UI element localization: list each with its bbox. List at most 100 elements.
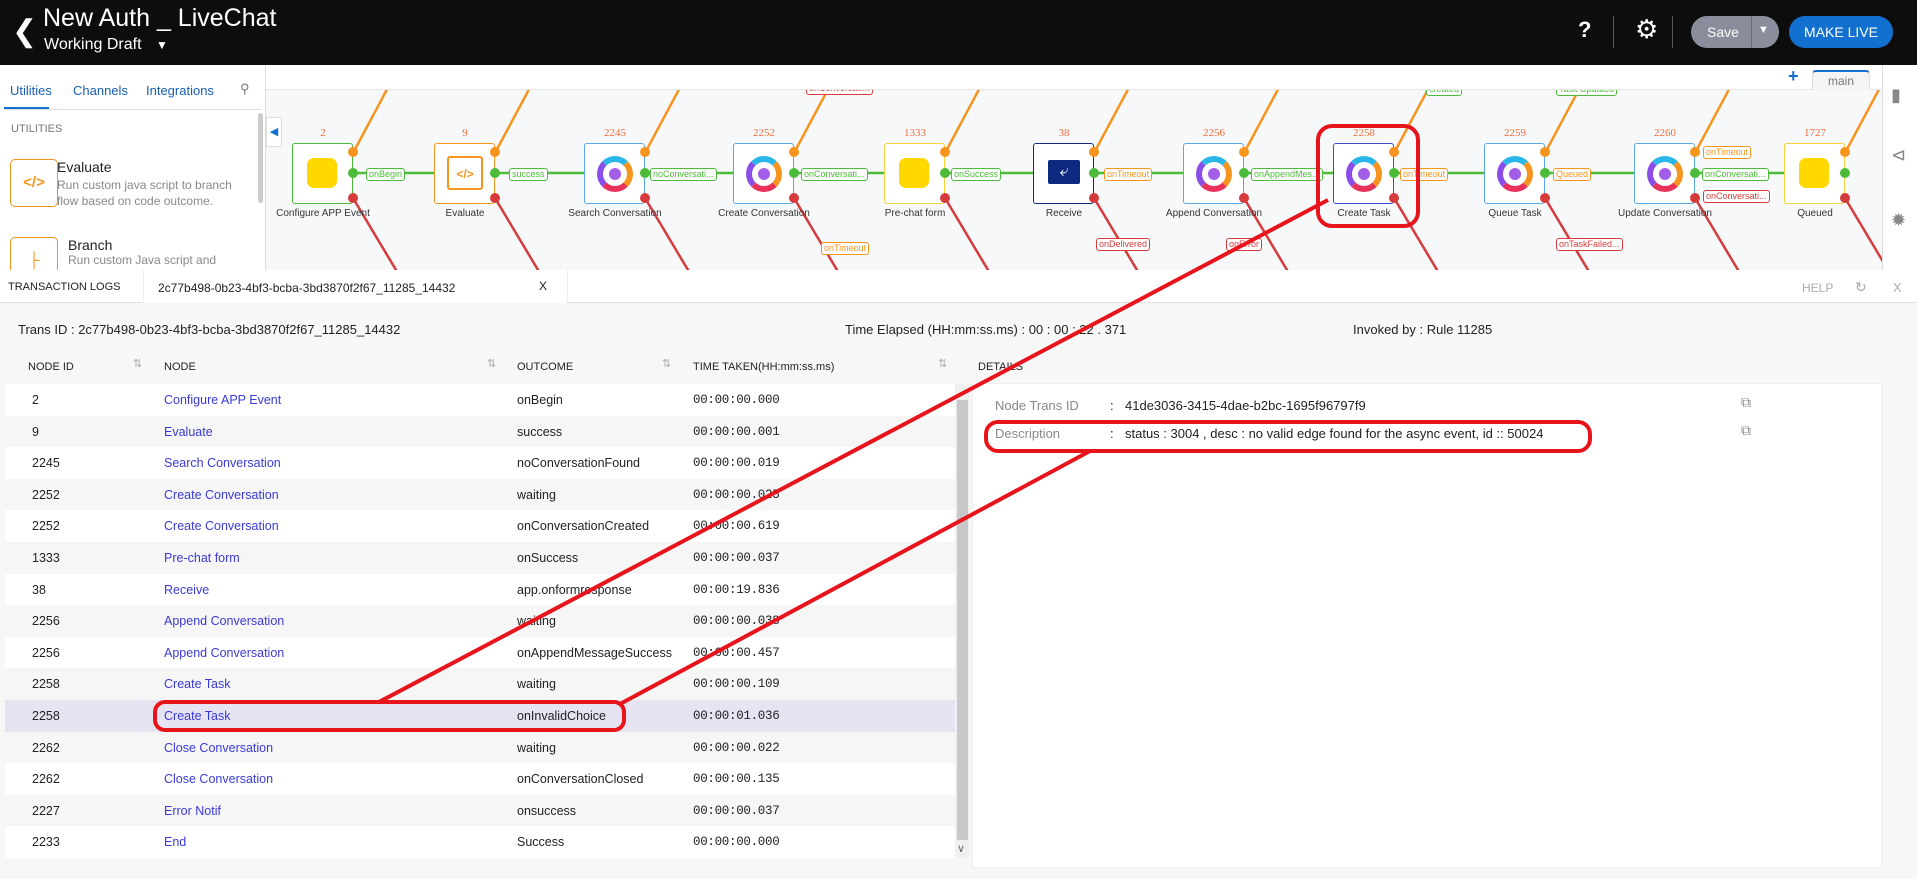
table-row[interactable]: 2258 Create Task onInvalidChoice 00:00:01.0… [5,699,955,732]
edge-label[interactable]: created [1426,90,1463,96]
connector-port[interactable] [490,147,500,157]
tab-utilities[interactable]: Utilities [10,83,52,98]
flow-node[interactable] [1333,143,1394,204]
palette-item-evaluate[interactable]: </> Evaluate Run custom java script to b… [10,159,232,208]
connector-port[interactable] [1840,147,1850,157]
sort-icon[interactable]: ⇅ [487,357,496,370]
node-link[interactable]: Create Task [164,709,230,723]
edge-label[interactable]: onBegin [366,168,406,181]
tab-integrations[interactable]: Integrations [146,83,214,98]
connector-port[interactable] [348,147,358,157]
connector-port[interactable] [1389,193,1399,203]
debug-bug-icon[interactable]: ✹ [1891,210,1906,231]
connector-port[interactable] [1540,147,1550,157]
table-row[interactable]: 2245 Search Conversation noConversationFou… [5,447,955,479]
column-header-outcome[interactable]: OUTCOME [517,361,573,373]
connector-port[interactable] [1840,193,1850,203]
table-row[interactable]: 2227 Error Notif onsuccess 00:00:00.037 [5,794,955,827]
edge-label[interactable]: onConversati... [1703,190,1770,203]
tab-channels[interactable]: Channels [73,83,128,98]
scroll-down-icon[interactable]: ∨ [957,842,965,855]
table-row[interactable]: 38 Receive app.onformresponse 00:00:19.836 [5,573,955,606]
edge-label[interactable]: onTimeout [1703,146,1752,159]
node-link[interactable]: End [164,835,186,849]
sort-icon[interactable]: ⇅ [938,357,947,370]
transaction-tab[interactable]: 2c77b498-0b23-4bf3-bcba-3bd3870f2f67_112… [143,270,568,303]
flow-canvas[interactable]: 2 Configure APP Event </> 9 Evaluate 2245 Sear… [266,90,1882,270]
palette-item-branch[interactable]: ├ Branch Run custom Java script and [10,237,258,270]
table-row[interactable]: 1333 Pre-chat form onSuccess 00:00:00.037 [5,541,955,574]
edge-label[interactable]: noConversati... [650,168,717,181]
table-row[interactable]: 2262 Close Conversation waiting 00:00:00.02… [5,731,955,764]
column-header-node-id[interactable]: NODE ID [28,361,74,373]
connector-port[interactable] [1239,168,1249,178]
edge-label[interactable]: onTaskFailed... [1556,238,1623,251]
flow-node[interactable] [292,143,353,204]
table-row[interactable]: 2252 Create Conversation onConversationCre… [5,510,955,542]
connector-port[interactable] [1389,147,1399,157]
help-icon[interactable]: ? [1578,17,1591,43]
connector-port[interactable] [789,193,799,203]
node-link[interactable]: Search Conversation [164,456,281,470]
connector-port[interactable] [1389,168,1399,178]
connector-port[interactable] [940,168,950,178]
connector-port[interactable] [1690,168,1700,178]
edge-label[interactable]: onAppendMes... [1251,168,1323,181]
edge-label[interactable]: onError [1226,238,1263,251]
back-icon[interactable]: ❮ [12,14,37,49]
connector-port[interactable] [789,147,799,157]
edge-label[interactable]: Task Updated [1556,90,1618,96]
node-link[interactable]: Error Notif [164,804,221,818]
connector-port[interactable] [789,168,799,178]
table-row[interactable]: 2258 Create Task waiting 00:00:00.109 [5,668,955,700]
transaction-logs-tab[interactable]: TRANSACTION LOGS [8,281,120,293]
node-link[interactable]: Evaluate [164,425,213,439]
flow-node[interactable]: ⤶ [1033,143,1094,204]
node-link[interactable]: Receive [164,583,209,597]
node-link[interactable]: Configure APP Event [164,393,281,407]
table-row[interactable]: 2256 Append Conversation waiting 00:00:00.0… [5,605,955,637]
connector-port[interactable] [1840,168,1850,178]
node-link[interactable]: Create Task [164,677,230,691]
edge-label[interactable]: onTimeout [1400,168,1449,181]
connector-port[interactable] [1239,193,1249,203]
flow-node[interactable] [884,143,945,204]
gear-icon[interactable]: ⚙ [1635,14,1658,45]
flow-node[interactable] [1484,143,1545,204]
sort-icon[interactable]: ⇅ [133,357,142,370]
connector-port[interactable] [1540,193,1550,203]
note-icon[interactable]: ▮ [1891,85,1901,106]
sort-icon[interactable]: ⇅ [662,357,671,370]
connector-port[interactable] [1690,147,1700,157]
connector-port[interactable] [640,147,650,157]
node-link[interactable]: Close Conversation [164,772,273,786]
node-link[interactable]: Close Conversation [164,741,273,755]
connector-port[interactable] [1239,147,1249,157]
close-icon[interactable]: X [539,279,547,293]
copy-icon[interactable]: ⧉ [1741,394,1751,411]
edge-label[interactable]: onTimeout [1104,168,1153,181]
node-link[interactable]: Append Conversation [164,614,284,628]
transaction-tab-label[interactable]: 2c77b498-0b23-4bf3-bcba-3bd3870f2f67_112… [158,281,455,295]
connector-port[interactable] [490,193,500,203]
flow-node[interactable] [733,143,794,204]
help-button[interactable]: HELP [1802,281,1833,295]
edge-label[interactable]: onDelivered [1096,238,1151,251]
refresh-icon[interactable]: ↻ [1855,279,1867,296]
connector-port[interactable] [1089,168,1099,178]
scrollbar-thumb[interactable] [957,400,968,840]
save-button[interactable]: Save ▼ [1691,16,1779,48]
search-icon[interactable]: ⚲ [240,81,250,97]
node-link[interactable]: Create Conversation [164,519,279,533]
node-link[interactable]: Create Conversation [164,488,279,502]
connector-port[interactable] [348,168,358,178]
connector-port[interactable] [640,168,650,178]
table-row[interactable]: 2 Configure APP Event onBegin 00:00:00.000 [5,384,955,416]
node-link[interactable]: Pre-chat form [164,551,240,565]
make-live-button[interactable]: MAKE LIVE [1789,16,1893,48]
tab-main[interactable]: main [1812,70,1870,91]
scrollbar[interactable] [258,113,263,203]
node-link[interactable]: Append Conversation [164,646,284,660]
save-options-caret-icon[interactable]: ▼ [1758,24,1769,36]
flow-node[interactable] [584,143,645,204]
